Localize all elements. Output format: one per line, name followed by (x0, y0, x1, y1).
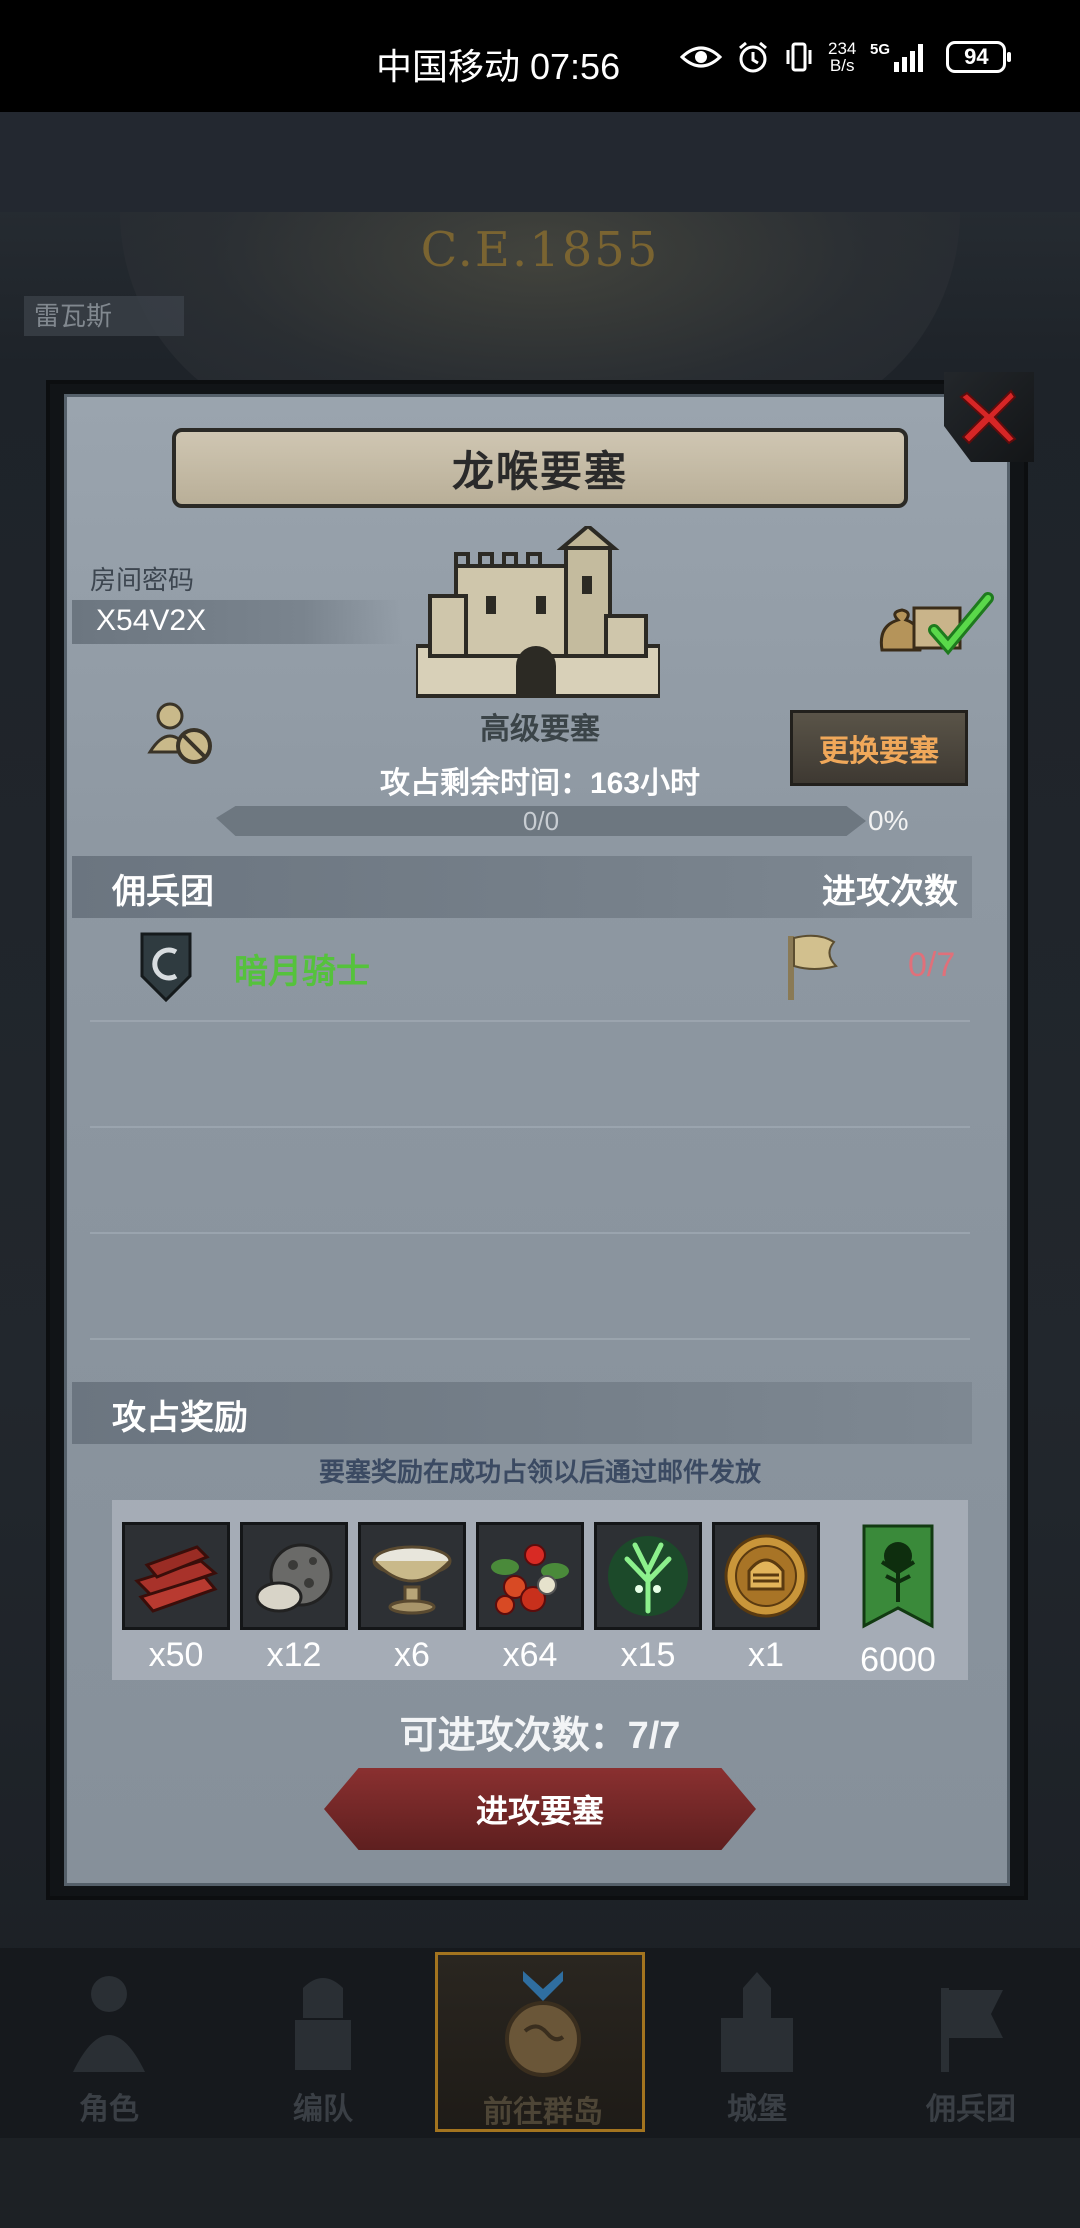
fortress-icon (416, 526, 660, 698)
milk-bowl-icon (372, 1545, 452, 1615)
mercenary-icon (941, 1988, 1003, 2072)
reward-tile (476, 1522, 584, 1630)
attack-fortress-button[interactable]: 进攻要塞 (324, 1768, 756, 1850)
eye-icon (680, 46, 722, 68)
available-attacks: 可进攻次数：7/7 (399, 1715, 681, 1757)
knight-helmet-coin-icon (724, 1534, 808, 1618)
dialog-title: 龙喉要塞 (451, 447, 628, 495)
reward-quantity: x64 (502, 1636, 558, 1674)
mercenary-header: 佣兵团 (112, 873, 214, 911)
room-code[interactable]: X54V2X (96, 604, 206, 638)
rewards-notice: 要塞奖励在成功占领以后通过邮件发放 (318, 1457, 761, 1487)
rewards-header: 攻占奖励 (112, 1399, 248, 1437)
reward-item[interactable]: x15 (594, 1522, 702, 1675)
reward-quantity: x6 (394, 1636, 430, 1674)
nav-label: 城堡 (727, 2093, 787, 2126)
row-divider (90, 1338, 970, 1340)
capture-progress-percent: 0% (868, 805, 909, 836)
reward-item[interactable]: x1 (712, 1522, 820, 1675)
nav-label: 前往群岛 (483, 2096, 603, 2129)
shield-icon (140, 932, 192, 1002)
reward-item[interactable]: x6 (358, 1522, 466, 1675)
battery-indicator: 94 (946, 41, 1012, 73)
reward-tile (122, 1522, 230, 1630)
flag-icon (788, 934, 838, 1000)
nav-item-mercenary[interactable]: 佣兵团 (866, 1952, 1076, 2132)
guild-banner-icon (862, 1524, 934, 1629)
reward-tile (358, 1522, 466, 1630)
reward-item[interactable]: 6000 (838, 1522, 958, 1680)
attack-count-header: 进攻次数 (822, 873, 958, 911)
background-city-label: 雷瓦斯 (24, 296, 184, 336)
row-divider (90, 1020, 970, 1022)
wood-icon (134, 1545, 218, 1613)
nav-label: 编队 (293, 2093, 353, 2126)
alarm-icon (739, 41, 767, 73)
reward-tile (240, 1522, 348, 1630)
vibrate-icon (786, 42, 812, 72)
title-banner: 龙喉要塞 (172, 428, 908, 508)
reward-tile (594, 1522, 702, 1630)
signal-5g-icon: 5G (870, 41, 924, 72)
character-icon (73, 1976, 145, 2072)
mercenary-row[interactable]: 暗月骑士 0/7 (72, 912, 972, 1022)
nav-item-formation[interactable]: 编队 (218, 1952, 428, 2132)
green-tree-spirit-icon (608, 1536, 688, 1616)
nav-item-character[interactable]: 角色 (4, 1952, 214, 2132)
reward-quantity: x1 (748, 1636, 784, 1674)
row-divider (90, 1126, 970, 1128)
nav-label: 角色 (79, 2093, 139, 2126)
nav-label: 佣兵团 (926, 2093, 1016, 2126)
top-band (0, 112, 1080, 212)
net-speed: 234 B/s (828, 39, 857, 75)
carrier-time: 中国移动 07:56 (376, 46, 621, 87)
room-password-label: 房间密码 (90, 565, 195, 595)
castle-icon (721, 1972, 793, 2072)
islands-icon (505, 1971, 581, 2077)
truffle-icon (255, 1543, 333, 1613)
bottom-strip (0, 2138, 1080, 2228)
close-icon (959, 389, 1017, 445)
reward-bag-check-icon[interactable] (876, 590, 998, 658)
reward-tile (712, 1522, 820, 1630)
status-bar: 中国移动 07:56 234 B/s 5G 94 (0, 0, 1080, 112)
background-year: C.E.1855 (420, 222, 660, 278)
nav-item-islands[interactable]: 前往群岛 (435, 1952, 645, 2132)
berries-icon (491, 1544, 569, 1615)
mercenary-attack-count: 0/7 (908, 946, 956, 984)
reward-quantity: x15 (620, 1636, 676, 1674)
time-remaining: 攻占剩余时间：163小时 (379, 767, 701, 800)
reward-quantity: x50 (148, 1636, 204, 1674)
reward-quantity: x12 (266, 1636, 322, 1674)
reward-item[interactable]: x64 (476, 1522, 584, 1675)
reward-item[interactable]: x12 (240, 1522, 348, 1675)
svg-text:5G: 5G (870, 41, 890, 58)
row-divider (90, 1232, 970, 1234)
capture-progress-text: 0/0 (522, 806, 560, 836)
status-icons: 234 B/s 5G 94 (680, 39, 1012, 75)
mercenary-name: 暗月骑士 (234, 953, 370, 991)
formation-icon (295, 1978, 351, 2070)
nav-item-castle[interactable]: 城堡 (652, 1952, 862, 2132)
reward-quantity: 6000 (860, 1641, 936, 1679)
reward-item[interactable]: x50 (122, 1522, 230, 1675)
